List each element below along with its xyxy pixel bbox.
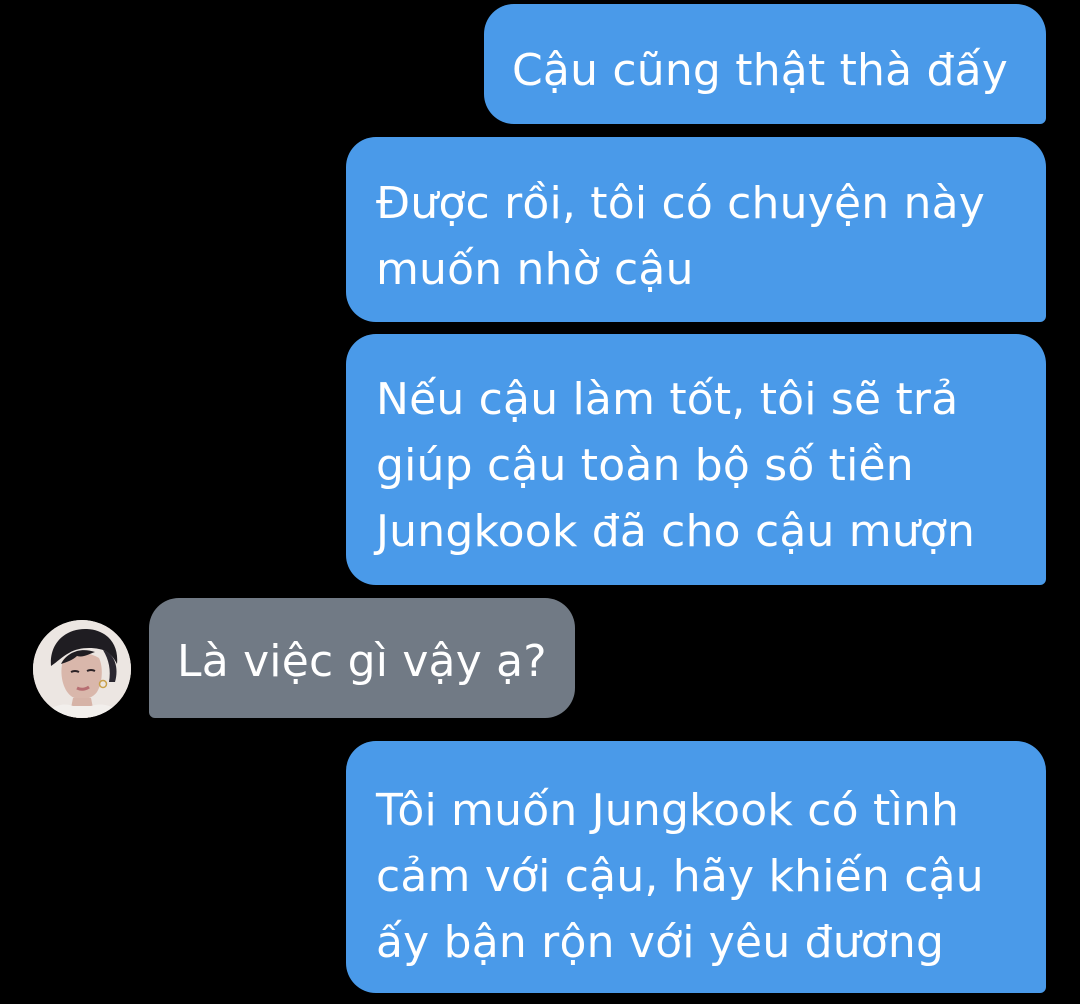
avatar-photo-icon [33, 620, 131, 718]
outgoing-message-bubble[interactable]: Cậu cũng thật thà đấy [484, 4, 1046, 124]
outgoing-message-bubble[interactable]: Nếu cậu làm tốt, tôi sẽ trả giúp cậu toà… [346, 334, 1046, 585]
incoming-message-bubble[interactable]: Là việc gì vậy ạ? [149, 598, 575, 718]
outgoing-message-bubble[interactable]: Được rồi, tôi có chuyện này muốn nhờ cậu [346, 137, 1046, 322]
contact-avatar[interactable] [33, 620, 131, 718]
outgoing-message-bubble[interactable]: Tôi muốn Jungkook có tình cảm với cậu, h… [346, 741, 1046, 993]
